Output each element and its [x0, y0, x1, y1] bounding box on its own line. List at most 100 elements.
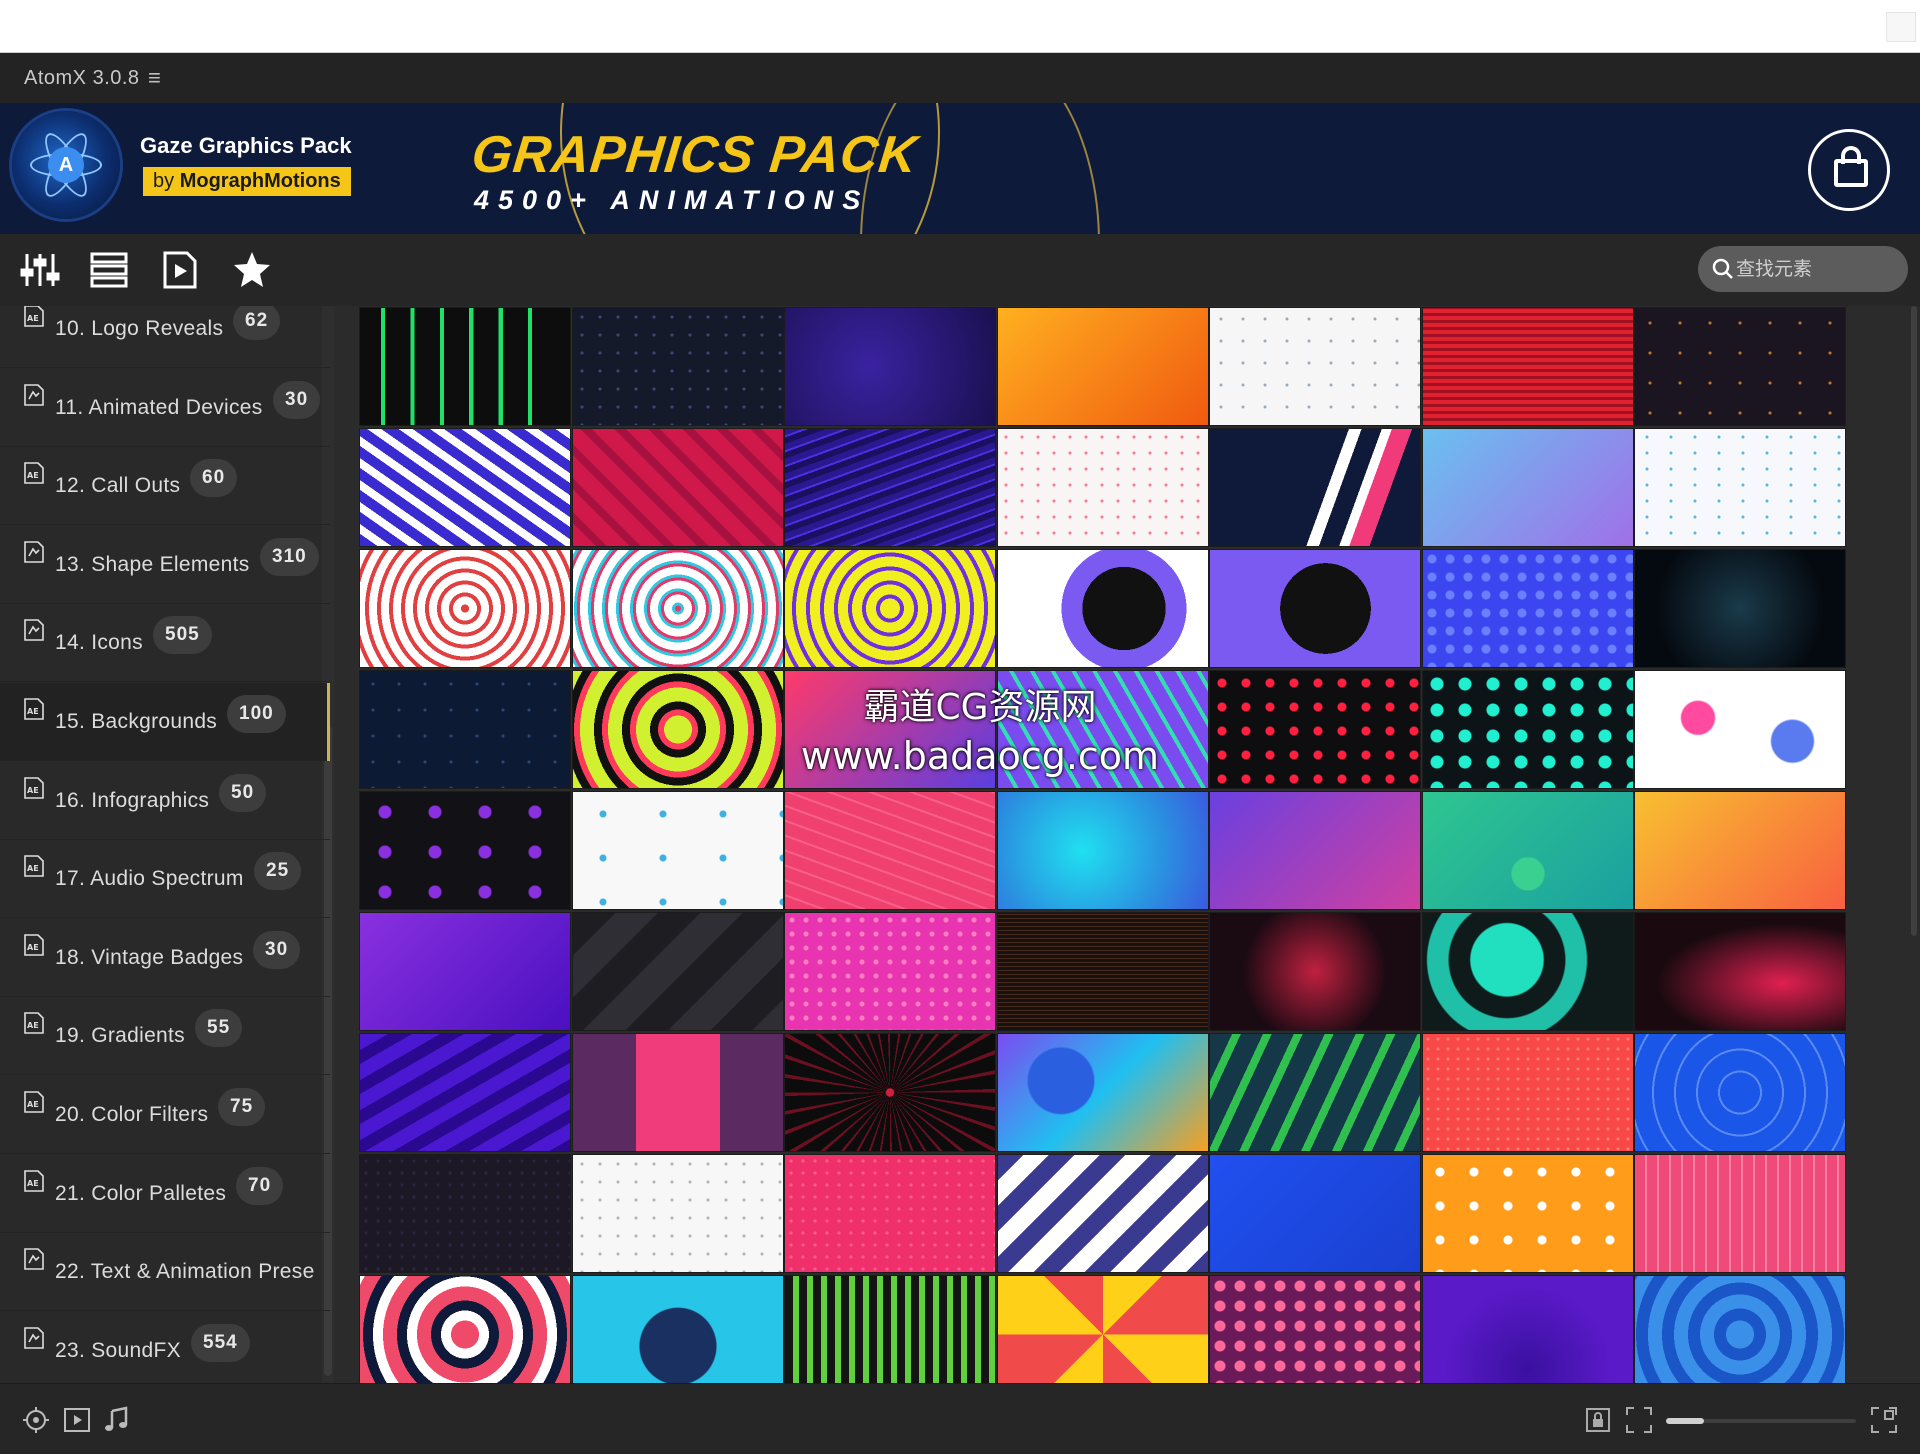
thumbnail-tile[interactable] [571, 1275, 784, 1383]
thumbnail-tile[interactable] [359, 670, 571, 789]
thumbnail-tile[interactable] [571, 428, 784, 547]
thumbnail-tile[interactable] [571, 791, 784, 910]
thumbnail-tile[interactable] [1421, 1033, 1634, 1152]
thumbnail-tile[interactable] [1209, 1154, 1421, 1273]
thumbnail-tile[interactable] [1209, 428, 1421, 547]
sidebar-item[interactable]: 23. SoundFX 554 [0, 1312, 330, 1383]
sidebar-item-label: 10. Logo Reveals [55, 317, 224, 340]
thumbnail-tile[interactable] [1421, 670, 1634, 789]
fit-icon[interactable] [1625, 1406, 1653, 1434]
filter-sliders-icon[interactable] [20, 250, 60, 290]
sidebar-item[interactable]: 22. Text & Animation Prese [0, 1233, 330, 1312]
thumbnail-tile[interactable] [996, 307, 1209, 426]
sidebar-item[interactable]: AE 15. Backgrounds 100 [0, 683, 330, 761]
expand-icon[interactable] [1870, 1406, 1898, 1434]
thumbnail-tile[interactable] [784, 307, 996, 426]
thumbnail-tile[interactable] [571, 1154, 784, 1273]
thumbnail-tile[interactable] [996, 1154, 1209, 1273]
thumbnail-size-slider[interactable] [1666, 1418, 1856, 1424]
thumbnail-tile[interactable] [1634, 307, 1846, 426]
search-box[interactable] [1698, 246, 1908, 292]
sidebar-item[interactable]: 11. Animated Devices 30 [0, 369, 330, 447]
sidebar-item[interactable]: AE 17. Audio Spectrum 25 [0, 840, 330, 919]
thumbnail-tile[interactable] [1634, 670, 1846, 789]
thumbnail-tile[interactable] [996, 428, 1209, 547]
play-file-icon[interactable] [160, 250, 200, 290]
thumbnail-tile[interactable] [784, 1154, 996, 1273]
thumbnail-tile[interactable] [996, 912, 1209, 1031]
shopping-bag-icon [1834, 159, 1868, 187]
thumbnail-tile[interactable] [784, 912, 996, 1031]
thumbnail-tile[interactable] [571, 1033, 784, 1152]
thumbnail-tile[interactable] [784, 549, 996, 668]
sidebar-item[interactable]: AE 20. Color Filters 75 [0, 1076, 330, 1154]
thumbnail-tile[interactable] [1209, 912, 1421, 1031]
lock-icon[interactable] [1584, 1406, 1612, 1434]
ae-file-icon: AE [22, 1011, 46, 1035]
star-icon[interactable] [232, 250, 272, 290]
thumbnail-tile[interactable] [359, 791, 571, 910]
thumbnail-tile[interactable] [1421, 307, 1634, 426]
thumbnail-tile[interactable] [1209, 670, 1421, 789]
thumbnail-tile[interactable] [1634, 549, 1846, 668]
target-icon[interactable] [22, 1406, 50, 1434]
thumbnail-tile[interactable] [1634, 791, 1846, 910]
thumbnail-tile[interactable] [1421, 549, 1634, 668]
thumbnail-tile[interactable] [571, 670, 784, 789]
thumbnail-tile[interactable] [359, 307, 571, 426]
thumbnail-tile[interactable] [359, 1275, 571, 1383]
thumbnail-tile[interactable] [996, 1275, 1209, 1383]
shop-button[interactable] [1808, 129, 1890, 211]
thumbnail-tile[interactable] [784, 791, 996, 910]
music-note-icon[interactable] [102, 1406, 130, 1434]
sidebar-item[interactable]: AE 10. Logo Reveals 62 [0, 306, 330, 368]
preset-icon [22, 383, 46, 407]
sidebar-item-label: 15. Backgrounds [55, 710, 218, 733]
thumbnail-tile[interactable] [996, 791, 1209, 910]
thumbnail-tile[interactable] [359, 1154, 571, 1273]
thumbnail-tile[interactable] [996, 670, 1209, 789]
thumbnail-tile[interactable] [1421, 1275, 1634, 1383]
thumbnail-tile[interactable] [784, 670, 996, 789]
search-input[interactable] [1736, 256, 1896, 282]
thumbnail-tile[interactable] [571, 549, 784, 668]
thumbnail-tile[interactable] [1634, 912, 1846, 1031]
thumbnail-tile[interactable] [359, 1033, 571, 1152]
thumbnail-tile[interactable] [571, 912, 784, 1031]
thumbnail-tile[interactable] [1421, 791, 1634, 910]
thumbnail-tile[interactable] [1634, 1033, 1846, 1152]
thumbnail-tile[interactable] [784, 1033, 996, 1152]
ae-file-icon: AE [22, 1090, 46, 1114]
thumbnail-tile[interactable] [1209, 1275, 1421, 1383]
hamburger-menu-icon[interactable]: ≡ [148, 65, 161, 91]
thumbnail-tile[interactable] [1209, 791, 1421, 910]
thumbnail-tile[interactable] [1209, 549, 1421, 668]
thumbnail-tile[interactable] [359, 549, 571, 668]
thumbnail-tile[interactable] [1634, 1275, 1846, 1383]
thumbnail-tile[interactable] [1634, 1154, 1846, 1273]
thumbnail-tile[interactable] [1421, 912, 1634, 1031]
thumbnail-tile[interactable] [1421, 428, 1634, 547]
sidebar-item[interactable]: 13. Shape Elements 310 [0, 526, 330, 604]
list-view-icon[interactable] [89, 250, 129, 290]
thumbnail-tile[interactable] [784, 428, 996, 547]
sidebar-item[interactable]: AE 19. Gradients 55 [0, 997, 330, 1076]
sidebar-item[interactable]: AE 18. Vintage Badges 30 [0, 919, 330, 997]
thumbnail-tile[interactable] [359, 428, 571, 547]
thumbnail-tile[interactable] [1634, 428, 1846, 547]
grid-scrollbar[interactable] [1908, 306, 1920, 1383]
play-icon[interactable] [63, 1406, 91, 1434]
thumbnail-tile[interactable] [359, 912, 571, 1031]
thumbnail-tile[interactable] [996, 549, 1209, 668]
thumbnail-tile[interactable] [571, 307, 784, 426]
sidebar-item[interactable]: AE 12. Call Outs 60 [0, 447, 330, 526]
sidebar-item[interactable]: 14. Icons 505 [0, 604, 330, 683]
sidebar-item[interactable]: AE 21. Color Palletes 70 [0, 1155, 330, 1233]
thumbnail-tile[interactable] [1209, 1033, 1421, 1152]
thumbnail-tile[interactable] [996, 1033, 1209, 1152]
thumbnail-tile[interactable] [1421, 1154, 1634, 1273]
thumbnail-tile[interactable] [1209, 307, 1421, 426]
sidebar-item[interactable]: AE 16. Infographics 50 [0, 762, 330, 840]
window-close-button[interactable] [1886, 12, 1916, 42]
thumbnail-tile[interactable] [784, 1275, 996, 1383]
